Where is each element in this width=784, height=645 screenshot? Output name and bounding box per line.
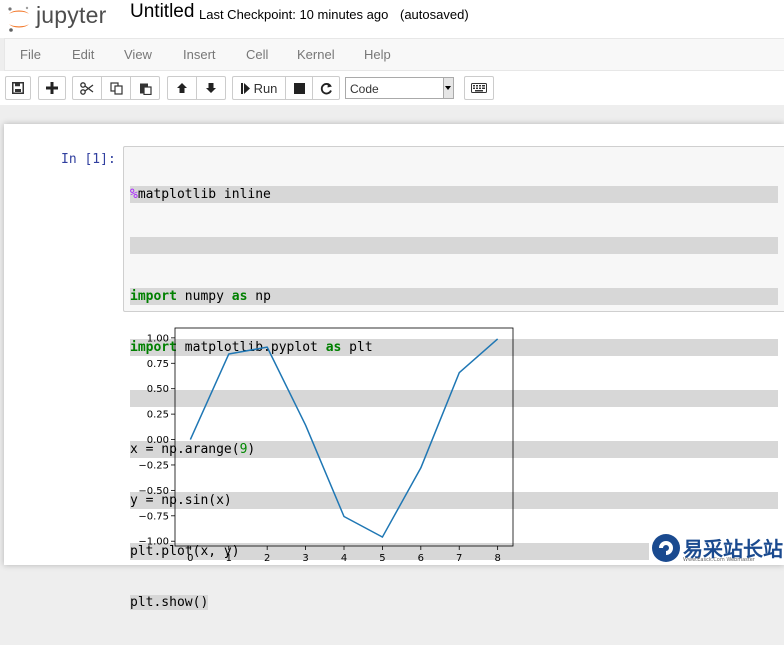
- notebook-container: In [1]: %matplotlib inline ​ import nump…: [4, 124, 784, 610]
- menubar: File Edit View Insert Cell Kernel Help: [4, 38, 784, 71]
- copy-icon: [109, 81, 123, 95]
- x-axis: 0 1 2 3 4 5 6 7 8: [187, 546, 501, 564]
- y-tick-label: −0.50: [138, 486, 169, 497]
- jupyter-logo-text: jupyter: [36, 2, 107, 28]
- code-line: import numpy as np: [130, 288, 778, 305]
- arrow-up-icon: [177, 83, 187, 93]
- menu-edit[interactable]: Edit: [72, 47, 94, 62]
- cell-type-value: Code: [350, 82, 379, 96]
- y-tick-label: 1.00: [147, 333, 169, 344]
- code-cell-input[interactable]: %matplotlib inline ​ import numpy as np …: [123, 146, 784, 610]
- interrupt-kernel-button[interactable]: [285, 76, 313, 100]
- code-line: plt.show(): [130, 595, 209, 610]
- y-tick-label: 0.25: [147, 410, 169, 421]
- paste-button[interactable]: [130, 76, 160, 100]
- x-tick-label: 2: [264, 553, 270, 564]
- stop-icon: [293, 82, 305, 94]
- menu-help[interactable]: Help: [364, 47, 391, 62]
- menu-file[interactable]: File: [20, 47, 41, 62]
- x-tick-label: 8: [494, 553, 500, 564]
- keyboard-icon: [471, 83, 487, 93]
- watermark-logo-icon: [652, 534, 680, 562]
- menu-kernel[interactable]: Kernel: [297, 47, 335, 62]
- x-tick-label: 3: [302, 553, 308, 564]
- menu-cell[interactable]: Cell: [246, 47, 268, 62]
- input-prompt: In [1]:: [61, 152, 116, 167]
- watermark-subtext: Www.Easck.Com Webmaster: [683, 557, 755, 563]
- save-icon: [12, 82, 24, 94]
- x-tick-label: 0: [187, 553, 193, 564]
- y-tick-label: 0.00: [147, 435, 169, 446]
- run-button[interactable]: Run: [232, 76, 286, 100]
- arrow-down-icon: [206, 83, 216, 93]
- step-forward-icon: [240, 82, 250, 94]
- move-up-button[interactable]: [167, 76, 197, 100]
- cut-icon: [80, 81, 94, 95]
- x-tick-label: 4: [341, 553, 347, 564]
- paste-icon: [139, 83, 152, 95]
- restart-kernel-button[interactable]: [312, 76, 340, 100]
- x-tick-label: 7: [456, 553, 462, 564]
- x-tick-label: 1: [226, 553, 232, 564]
- y-tick-label: −0.75: [138, 511, 169, 522]
- copy-button[interactable]: [101, 76, 131, 100]
- autosave-status: (autosaved): [400, 7, 469, 22]
- chevron-down-icon: [443, 78, 453, 98]
- save-button[interactable]: [5, 76, 31, 100]
- code-line: ​: [130, 237, 778, 254]
- jupyter-logo-icon: [8, 6, 29, 32]
- cell-type-select[interactable]: Code: [345, 77, 454, 99]
- output-line-chart: 1.00 0.75 0.50 0.25 0.00 −0.25 −0.50 −0.75 −1.00…: [138, 327, 514, 564]
- cut-button[interactable]: [72, 76, 102, 100]
- x-tick-label: 5: [379, 553, 385, 564]
- y-tick-label: 0.75: [147, 359, 169, 370]
- x-tick-label: 6: [418, 553, 424, 564]
- run-button-label: Run: [253, 80, 278, 96]
- y-tick-label: −0.25: [138, 460, 169, 471]
- plus-icon: [46, 82, 58, 94]
- checkpoint-status: Last Checkpoint: 10 minutes ago: [199, 7, 389, 22]
- menu-insert[interactable]: Insert: [183, 47, 216, 62]
- watermark: 易采站长站 Www.Easck.Com Webmaster: [649, 531, 784, 565]
- menu-view[interactable]: View: [124, 47, 152, 62]
- y-tick-label: 0.50: [147, 384, 169, 395]
- refresh-icon: [320, 82, 332, 94]
- series-line: [189, 338, 499, 538]
- insert-cell-button[interactable]: [38, 76, 66, 100]
- notebook-header: jupyter Untitled Last Checkpoint: 10 min…: [0, 0, 784, 38]
- move-down-button[interactable]: [196, 76, 226, 100]
- command-palette-button[interactable]: [464, 76, 494, 100]
- notebook-title[interactable]: Untitled: [130, 1, 194, 23]
- jupyter-logo[interactable]: jupyter: [6, 2, 116, 34]
- y-axis: 1.00 0.75 0.50 0.25 0.00 −0.25 −0.50 −0.75 −1.00: [138, 333, 175, 548]
- y-tick-label: −1.00: [138, 537, 169, 548]
- chart-series: [189, 338, 499, 538]
- code-line: %matplotlib inline: [130, 186, 778, 203]
